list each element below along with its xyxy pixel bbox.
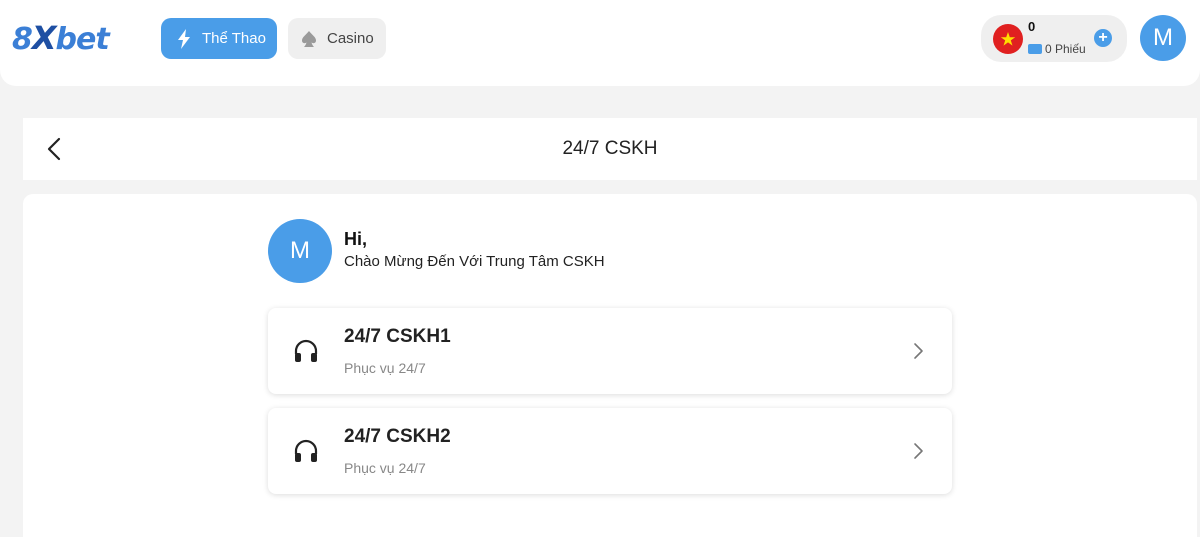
wallet-panel[interactable]: 0 0 Phiếu + (981, 15, 1127, 62)
page-header: 24/7 CSKH (23, 118, 1197, 180)
chevron-right-icon (914, 443, 923, 459)
chevron-right-icon (914, 343, 923, 359)
ticket-count: 0 Phiếu (1028, 42, 1086, 56)
nav-casino-button[interactable]: Casino (288, 18, 386, 59)
vietnam-flag-icon (993, 24, 1023, 54)
greeting-subtitle: Chào Mừng Đến Với Trung Tâm CSKH (344, 253, 605, 270)
brand-logo[interactable]: 8Xbet (12, 18, 110, 58)
support-option-title: 24/7 CSKH1 (344, 326, 451, 347)
headphones-icon (294, 339, 318, 362)
support-content: M Hi, Chào Mừng Đến Với Trung Tâm CSKH 2… (23, 194, 1197, 537)
support-option-cskh1[interactable]: 24/7 CSKH1 Phục vụ 24/7 (268, 308, 952, 394)
headphones-icon (294, 439, 318, 462)
back-button[interactable] (45, 137, 67, 161)
nav-casino-label: Casino (327, 30, 374, 47)
chevron-left-icon (47, 137, 61, 161)
spade-icon (298, 28, 320, 50)
top-navigation-bar: 8Xbet Thể Thao Casino 0 0 Phiếu + M (0, 0, 1200, 86)
nav-sports-label: Thể Thao (202, 30, 266, 47)
greeting-avatar: M (268, 219, 332, 283)
logo-text: 8Xbet (12, 19, 110, 57)
ticket-label: 0 Phiếu (1045, 42, 1086, 56)
greeting-hi: Hi, (344, 229, 368, 249)
wallet-balance: 0 (1028, 19, 1036, 34)
nav-sports-button[interactable]: Thể Thao (161, 18, 277, 59)
support-option-title: 24/7 CSKH2 (344, 426, 451, 447)
support-option-cskh2[interactable]: 24/7 CSKH2 Phục vụ 24/7 (268, 408, 952, 494)
support-option-subtitle: Phục vụ 24/7 (344, 460, 426, 476)
page-title: 24/7 CSKH (562, 138, 658, 159)
support-option-subtitle: Phục vụ 24/7 (344, 360, 426, 376)
lightning-icon (173, 28, 195, 50)
user-avatar[interactable]: M (1140, 15, 1186, 61)
deposit-plus-button[interactable]: + (1094, 29, 1112, 47)
ticket-icon (1028, 44, 1042, 54)
